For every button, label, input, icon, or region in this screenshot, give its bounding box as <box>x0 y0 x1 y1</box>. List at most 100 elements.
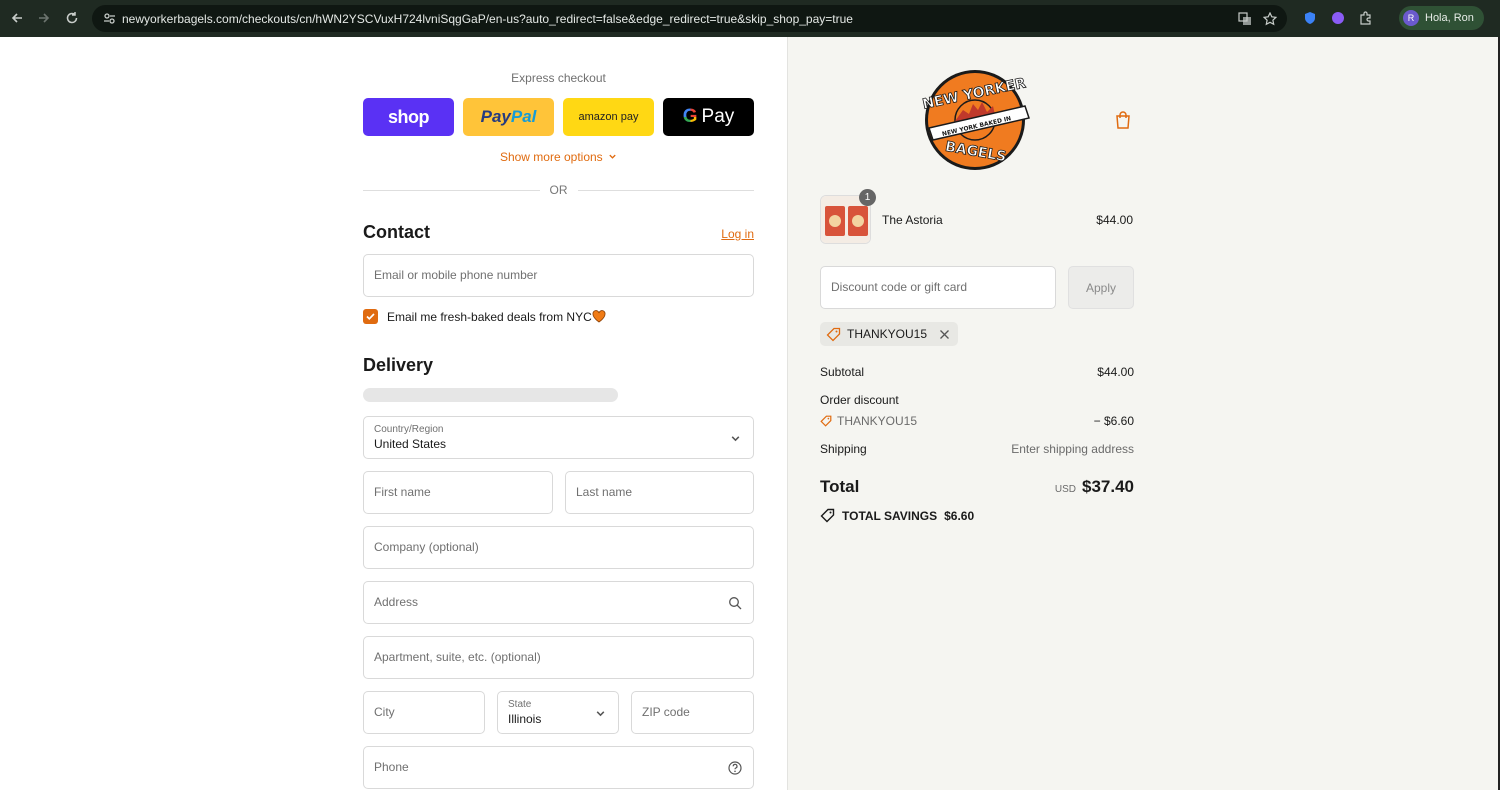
last-name-field[interactable]: Last name <box>565 471 754 514</box>
contact-heading: Contact <box>363 222 430 242</box>
newsletter-label: Email me fresh-baked deals from NYC <box>387 310 606 324</box>
google-pay-button[interactable]: G Pay <box>663 98 754 136</box>
chevron-down-icon <box>727 430 743 446</box>
country-label: Country/Region <box>374 424 444 435</box>
discount-placeholder: Discount code or gift card <box>831 280 968 294</box>
show-more-label: Show more options <box>499 150 603 164</box>
checkmark-icon <box>366 313 375 321</box>
shop-pay-button[interactable]: shop <box>363 98 454 136</box>
amazon-pay-label: amazon pay <box>578 111 639 123</box>
email-field[interactable]: Email or mobile phone number <box>363 254 754 297</box>
order-discount-label: Order discount <box>820 393 899 407</box>
company-placeholder: Company (optional) <box>374 540 479 554</box>
country-value: United States <box>374 437 447 451</box>
last-name-placeholder: Last name <box>576 485 633 499</box>
applied-code-chip: THANKYOU15 <box>820 322 959 346</box>
tag-icon <box>820 415 832 427</box>
search-icon <box>727 595 743 611</box>
total-label: Total <box>820 477 860 496</box>
tag-icon <box>820 508 835 523</box>
shipping-row: Shipping Enter shipping address <box>820 442 1134 456</box>
purple-extension-icon[interactable] <box>1329 9 1347 27</box>
order-discount-row: Order discount <box>820 393 1134 407</box>
discount-code-row: THANKYOU15 − $6.60 <box>820 414 1134 428</box>
total-amount: USD $37.40 <box>1055 477 1134 497</box>
shipping-label: Shipping <box>820 442 867 456</box>
product-name: The Astoria <box>882 213 943 227</box>
apartment-field[interactable]: Apartment, suite, etc. (optional) <box>363 636 754 679</box>
discount-value: − $6.60 <box>1093 414 1134 428</box>
chevron-down-icon <box>592 705 608 721</box>
newsletter-option[interactable]: Email me fresh-baked deals from NYC <box>363 309 606 324</box>
state-select[interactable]: State Illinois <box>497 691 619 734</box>
phone-field[interactable]: Phone <box>363 746 754 789</box>
first-name-field[interactable]: First name <box>363 471 553 514</box>
shop-pay-label: shop <box>388 106 430 127</box>
bagel-logo-icon: NEW YORKER NEW YORK BAKED IN BAGELS <box>921 70 1030 170</box>
first-name-placeholder: First name <box>374 485 431 499</box>
discount-code-input[interactable]: Discount code or gift card <box>820 266 1056 309</box>
store-logo[interactable]: NEW YORKER NEW YORK BAKED IN BAGELS <box>921 68 1033 172</box>
delivery-heading: Delivery <box>363 355 434 375</box>
back-button[interactable] <box>3 4 31 32</box>
amazon-pay-button[interactable]: amazon pay <box>563 98 654 136</box>
reload-button[interactable] <box>58 4 86 32</box>
savings-value: $6.60 <box>944 508 975 523</box>
total-value: $37.40 <box>1082 477 1134 496</box>
currency-code: USD <box>1054 484 1076 495</box>
phone-placeholder: Phone <box>374 760 409 774</box>
state-label: State <box>508 699 532 710</box>
newsletter-checkbox[interactable] <box>363 309 378 324</box>
tag-icon <box>826 327 841 341</box>
order-summary-panel: NEW YORKER NEW YORK BAKED IN BAGELS 1 Th… <box>787 37 1500 790</box>
discount-code-label: THANKYOU15 <box>820 414 917 428</box>
extensions-puzzle-icon[interactable] <box>1357 9 1375 27</box>
divider-line <box>577 189 754 191</box>
show-more-options-link[interactable]: Show more options <box>363 150 754 164</box>
google-pay-label: Pay <box>701 106 735 127</box>
shopping-bag-icon[interactable] <box>1113 110 1133 130</box>
avatar: R <box>1403 10 1419 26</box>
product-price: $44.00 <box>1096 213 1133 227</box>
close-icon <box>940 329 949 339</box>
newsletter-text: Email me fresh-baked deals from NYC <box>387 309 592 324</box>
zip-placeholder: ZIP code <box>642 705 690 719</box>
paypal-pal-text: Pal <box>510 107 537 126</box>
profile-label: Hola, Ron <box>1425 12 1474 24</box>
city-field[interactable]: City <box>363 691 485 734</box>
divider-line <box>363 189 540 191</box>
translate-icon[interactable] <box>1235 9 1255 29</box>
help-icon[interactable] <box>727 760 743 776</box>
remove-code-button[interactable] <box>939 329 950 340</box>
checkout-form-panel: Express checkout shop Pay Pal amazon pay … <box>0 37 787 790</box>
city-placeholder: City <box>374 705 395 719</box>
total-savings-row: TOTAL SAVINGS $6.60 <box>820 508 974 523</box>
site-info-icon[interactable] <box>100 10 118 28</box>
loading-placeholder <box>363 388 618 402</box>
address-bar[interactable]: newyorkerbagels.com/checkouts/cn/hWN2YSC… <box>92 5 1287 32</box>
login-link[interactable]: Log in <box>700 227 754 241</box>
arrow-right-icon <box>39 13 50 23</box>
savings-label: TOTAL SAVINGS <box>842 508 938 523</box>
subtotal-value: $44.00 <box>1097 365 1134 379</box>
company-field[interactable]: Company (optional) <box>363 526 754 569</box>
chevron-down-icon <box>609 154 616 159</box>
reload-icon <box>66 12 78 24</box>
apartment-placeholder: Apartment, suite, etc. (optional) <box>374 650 541 664</box>
quantity-badge: 1 <box>859 189 876 206</box>
bookmark-star-icon[interactable] <box>1260 9 1280 29</box>
address-field[interactable]: Address <box>363 581 754 624</box>
forward-button[interactable] <box>30 4 58 32</box>
subtotal-label: Subtotal <box>820 365 865 379</box>
country-select[interactable]: Country/Region United States <box>363 416 754 459</box>
or-label: OR <box>549 183 568 197</box>
shield-extension-icon[interactable] <box>1301 9 1319 27</box>
profile-button[interactable]: R Hola, Ron <box>1399 6 1484 30</box>
state-value: Illinois <box>508 712 542 726</box>
subtotal-row: Subtotal $44.00 <box>820 365 1134 379</box>
address-placeholder: Address <box>374 595 419 609</box>
paypal-button[interactable]: Pay Pal <box>463 98 554 136</box>
arrow-left-icon <box>11 13 22 23</box>
apply-button[interactable]: Apply <box>1068 266 1134 309</box>
zip-field[interactable]: ZIP code <box>631 691 754 734</box>
